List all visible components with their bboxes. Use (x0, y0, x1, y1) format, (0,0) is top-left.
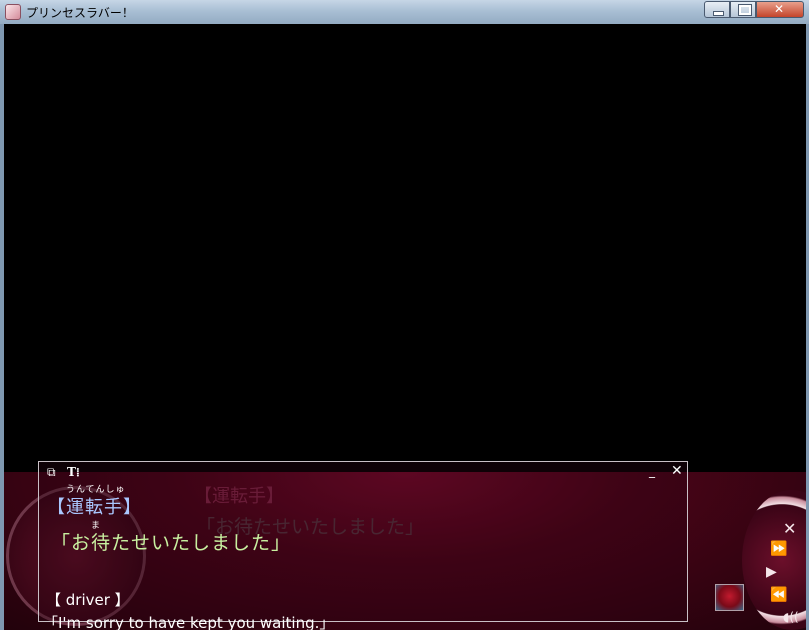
voice-icon[interactable]: ◖(( (783, 610, 799, 624)
play-icon[interactable]: ▶ (766, 564, 777, 580)
rose-thumbnail-icon[interactable] (715, 584, 744, 611)
speaker-name-jp: 【運転手】 (47, 497, 142, 518)
maximize-button[interactable] (730, 1, 756, 18)
dialogue-line-en: 「I'm sorry to have kept you waiting.」 (43, 614, 335, 630)
close-button[interactable] (756, 1, 804, 18)
restore-window-icon[interactable]: ⧉ (47, 465, 56, 480)
title-bar[interactable]: プリンセスラバー！ (0, 0, 809, 24)
close-wheel-icon[interactable]: ✕ (783, 519, 796, 538)
message-window[interactable]: ⧉ T⁞ _ ✕ うんてんしゅ 【運転手】 ま 「お待たせいたしました」 【 d… (38, 461, 688, 630)
close-message-icon[interactable]: ✕ (671, 463, 683, 479)
text-settings-icon[interactable]: T⁞ (67, 465, 80, 480)
minimize-message-icon[interactable]: _ (649, 464, 655, 478)
fast-forward-icon[interactable]: ⏩ (770, 541, 787, 557)
app-icon[interactable] (5, 4, 21, 20)
window-title: プリンセスラバー！ (26, 6, 134, 20)
rewind-icon[interactable]: ⏪ (770, 587, 787, 603)
minimize-button[interactable] (704, 1, 730, 18)
dialogue-line-jp: 「お待たせいたしました」 (51, 532, 292, 554)
game-screen[interactable]: 【運転手】 「お待たせいたしました」 ⧉ T⁞ _ ✕ うんてんしゅ 【運転手】… (4, 24, 806, 630)
speaker-name-en: 【 driver 】 (46, 591, 130, 609)
